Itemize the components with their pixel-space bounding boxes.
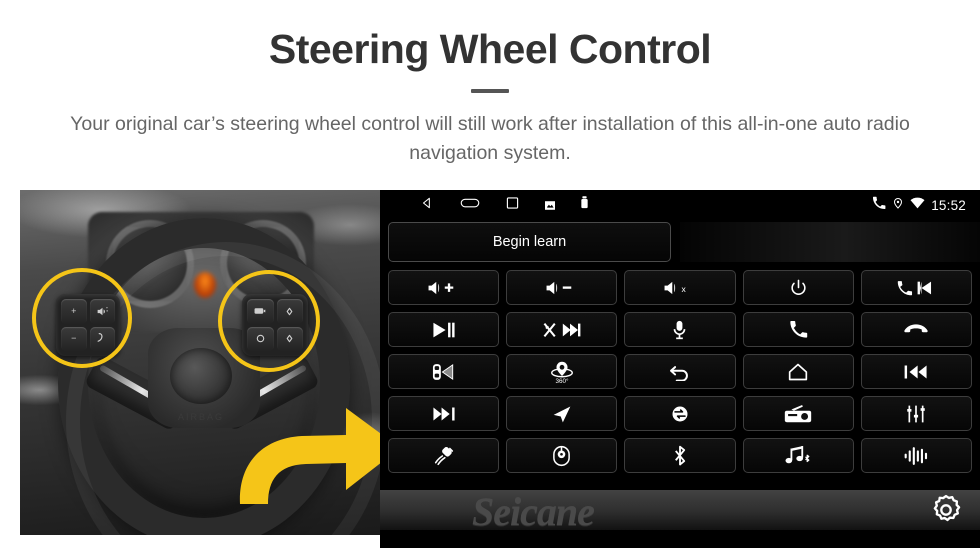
- status-clock: 15:52: [931, 197, 966, 213]
- yellow-arrow-icon: [239, 408, 380, 504]
- svg-text:x: x: [682, 283, 687, 293]
- radio-button[interactable]: [742, 396, 854, 431]
- trackball-button[interactable]: [506, 438, 618, 473]
- usb-icon[interactable]: [581, 196, 588, 214]
- wifi-icon: [910, 196, 925, 214]
- call-previous-button[interactable]: [860, 270, 972, 305]
- power-button[interactable]: [742, 270, 854, 305]
- horn-pad: [170, 348, 232, 404]
- navigation-button[interactable]: [506, 396, 618, 431]
- usb-button[interactable]: [388, 438, 500, 473]
- footer-background: [380, 490, 980, 530]
- highlight-circle-left: [32, 268, 132, 368]
- begin-learn-button[interactable]: Begin learn: [388, 222, 671, 262]
- header: Steering Wheel Control Your original car…: [0, 0, 980, 169]
- end-call-button[interactable]: [860, 312, 972, 347]
- back-button[interactable]: [624, 354, 736, 389]
- settings-button[interactable]: [928, 492, 964, 533]
- play-pause-button[interactable]: [388, 312, 500, 347]
- page-root: Steering Wheel Control Your original car…: [0, 0, 980, 548]
- microphone-button[interactable]: [624, 312, 736, 347]
- svg-text:360°: 360°: [555, 377, 569, 385]
- source-switch-button[interactable]: [624, 396, 736, 431]
- seicane-watermark: Seicane: [472, 489, 595, 534]
- home-button[interactable]: [742, 354, 854, 389]
- content-area: AIRBAG + − 15:52 Begin learn x 360° Seic…: [0, 190, 980, 548]
- steering-wheel-photo: AIRBAG + −: [20, 190, 380, 535]
- highlight-circle-right: [218, 270, 320, 372]
- back-icon[interactable]: [420, 196, 434, 215]
- answer-call-button[interactable]: [742, 312, 854, 347]
- next-track-button[interactable]: [388, 396, 500, 431]
- page-subtitle: Your original car’s steering wheel contr…: [70, 113, 910, 165]
- equalizer-button[interactable]: [860, 396, 972, 431]
- bluetooth-music-button[interactable]: [742, 438, 854, 473]
- phone-icon: [872, 196, 886, 215]
- airbag-label: AIRBAG: [177, 412, 224, 422]
- mute-button[interactable]: x: [624, 270, 736, 305]
- android-nav-icons: [420, 196, 588, 215]
- parking-radar-button[interactable]: [388, 354, 500, 389]
- head-unit-screen: 15:52 Begin learn x 360° Seicane: [380, 190, 980, 548]
- shuffle-next-button[interactable]: [506, 312, 618, 347]
- sdcard-icon[interactable]: [545, 200, 555, 210]
- android-system-icons: 15:52: [872, 190, 966, 220]
- volume-up-button[interactable]: [388, 270, 500, 305]
- location-icon: [892, 196, 904, 215]
- recents-icon[interactable]: [506, 196, 519, 215]
- previous-track-button[interactable]: [860, 354, 972, 389]
- android-status-bar: 15:52: [380, 190, 980, 220]
- bluetooth-button[interactable]: [624, 438, 736, 473]
- begin-learn-row: Begin learn: [388, 222, 980, 264]
- voice-assistant-button[interactable]: [860, 438, 972, 473]
- swc-function-grid: x 360°: [388, 270, 972, 473]
- title-divider: [471, 89, 509, 94]
- footer-black-bar: [380, 530, 980, 548]
- camera-360-button[interactable]: 360°: [506, 354, 618, 389]
- unit-footer: Seicane: [380, 489, 980, 548]
- page-title: Steering Wheel Control: [268, 26, 712, 72]
- volume-down-button[interactable]: [506, 270, 618, 305]
- panel-sheen: [680, 222, 980, 262]
- home-icon[interactable]: [460, 196, 480, 215]
